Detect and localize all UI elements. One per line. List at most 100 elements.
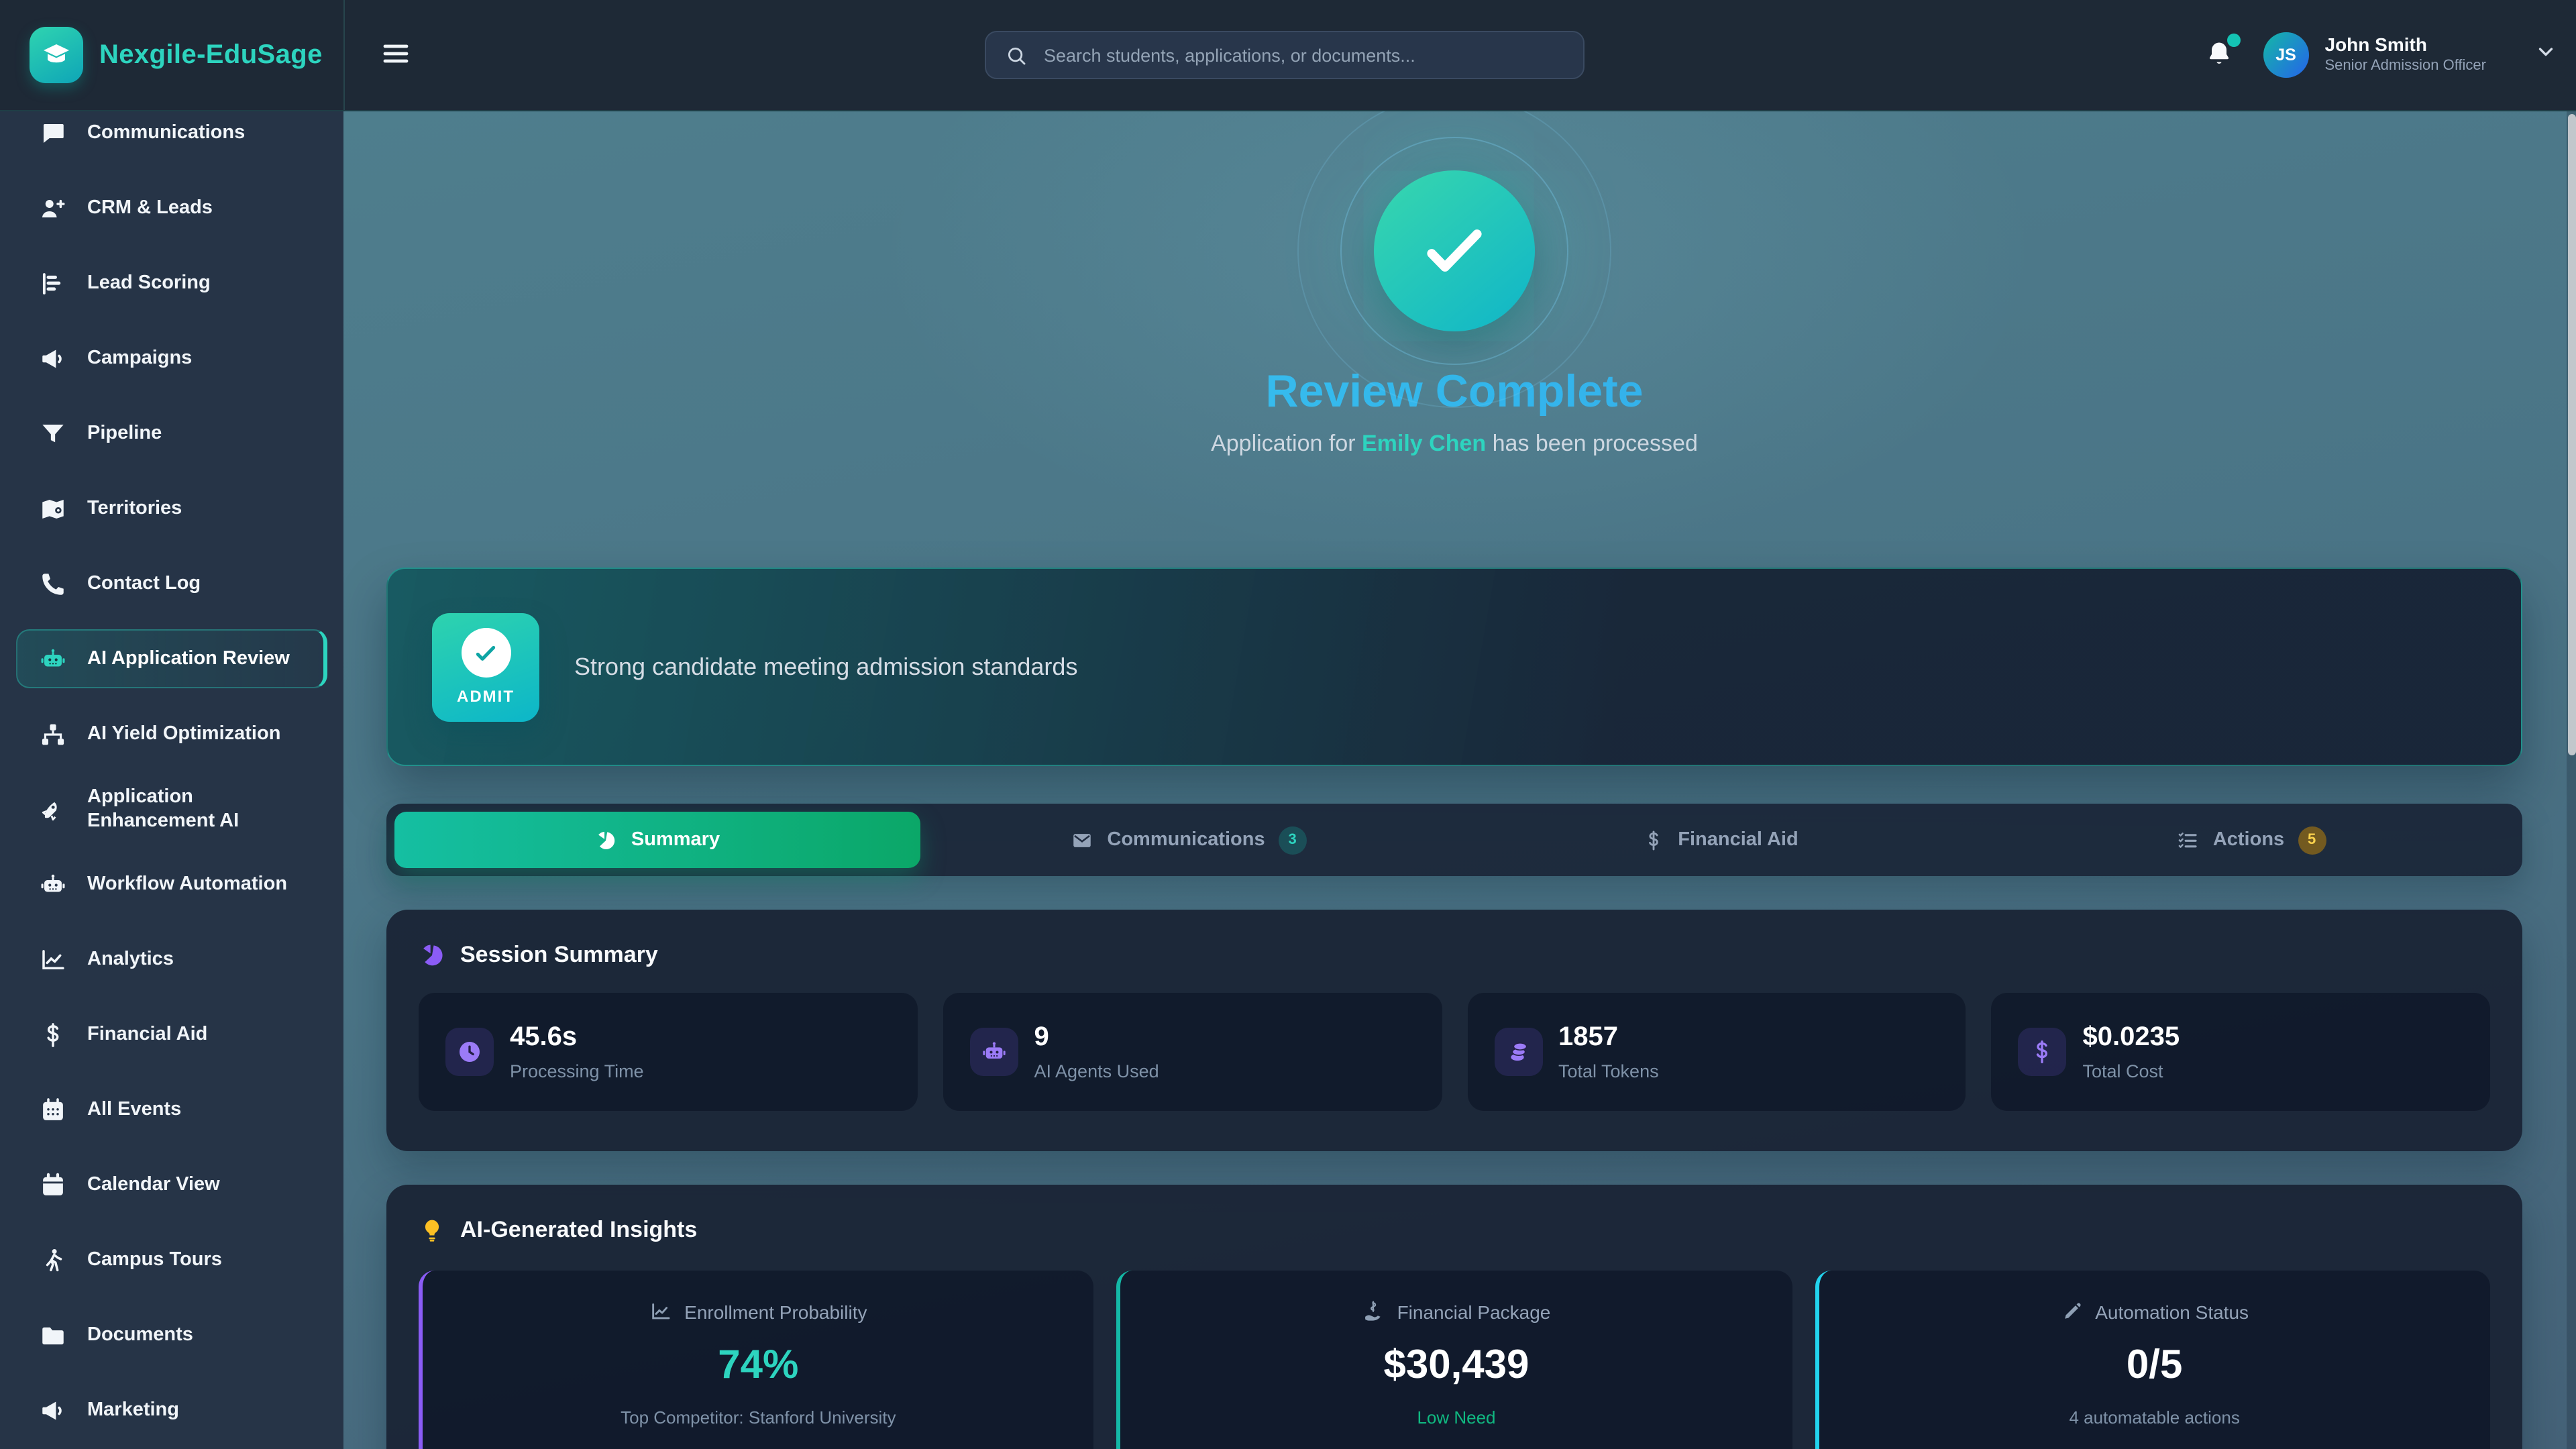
hand-dollar-icon: [1362, 1300, 1385, 1323]
brand: Nexgile-EduSage: [0, 27, 343, 83]
dollar-icon: [39, 1020, 67, 1049]
tab-communications[interactable]: Communications3: [926, 812, 1452, 868]
sidebar-item-campus-tours[interactable]: Campus Tours: [16, 1230, 327, 1289]
sidebar-item-label: Marketing: [87, 1398, 190, 1422]
sidebar-item-campaigns[interactable]: Campaigns: [16, 329, 327, 388]
decision-message: Strong candidate meeting admission stand…: [574, 653, 1077, 681]
avatar: JS: [2263, 32, 2309, 78]
pie-chart-icon: [419, 942, 445, 969]
sidebar-item-label: Territories: [87, 496, 193, 521]
check-icon: [461, 628, 511, 678]
hero-subtitle: Application for Emily Chen has been proc…: [386, 431, 2522, 458]
user-menu[interactable]: JS John Smith Senior Admission Officer: [2263, 32, 2558, 78]
ranking-icon: [39, 269, 67, 297]
sidebar-item-label: AI Application Review: [87, 647, 301, 671]
student-name: Emily Chen: [1362, 431, 1486, 456]
section-title: Session Summary: [460, 942, 658, 969]
lightbulb-icon: [419, 1217, 445, 1244]
coins-icon: [1505, 1038, 1532, 1065]
insight-card-financial-package: Financial Package $30,439 Low Need: [1117, 1271, 1792, 1449]
insight-subtext: 4 automatable actions: [2069, 1407, 2239, 1428]
sidebar-item-marketing[interactable]: Marketing: [16, 1381, 327, 1440]
coins-icon-tile: [1494, 1028, 1542, 1076]
funnel-icon: [39, 419, 67, 447]
stat-label: Total Tokens: [1558, 1061, 1966, 1081]
scrollbar: [2567, 111, 2576, 1449]
decision-label: ADMIT: [457, 687, 515, 706]
tab-bar: SummaryCommunications3Financial AidActio…: [386, 804, 2522, 876]
clock-icon: [456, 1038, 483, 1065]
sidebar-item-workflow-automation[interactable]: Workflow Automation: [16, 855, 327, 914]
phone-icon: [39, 570, 67, 598]
app-root: Nexgile-EduSage JS John Smith Senior Adm…: [0, 0, 2576, 1449]
sidebar-item-pipeline[interactable]: Pipeline: [16, 404, 327, 463]
sidebar-nav: Communications CRM & Leads Lead Scoring Cam…: [0, 103, 343, 1440]
insight-subtext: Top Competitor: Stanford University: [621, 1407, 896, 1428]
insight-value: $30,439: [1384, 1346, 1529, 1386]
pie-icon: [595, 828, 618, 851]
megaphone-icon: [39, 1396, 67, 1424]
chart-line-icon: [649, 1300, 672, 1323]
notification-dot: [2227, 33, 2241, 46]
sidebar-item-label: AI Yield Optimization: [87, 722, 291, 746]
sidebar-item-calendar-view[interactable]: Calendar View: [16, 1155, 327, 1214]
sidebar-item-application-enhancement-ai[interactable]: Application Enhancement AI: [16, 780, 327, 839]
header-actions: JS John Smith Senior Admission Officer: [2199, 0, 2558, 110]
sidebar-item-label: Campaigns: [87, 346, 203, 370]
tab-label: Actions: [2213, 829, 2284, 851]
dollar-icon-tile: [2019, 1028, 2067, 1076]
calendar-icon: [39, 1171, 67, 1199]
tab-label: Summary: [631, 829, 720, 851]
sidebar-item-ai-application-review[interactable]: AI Application Review: [16, 629, 327, 688]
insights-card: AI-Generated Insights Enrollment Probabi…: [386, 1185, 2522, 1449]
scrollbar-thumb[interactable]: [2568, 114, 2576, 755]
insight-subtext: Low Need: [1417, 1407, 1495, 1428]
chart-line-icon: [39, 945, 67, 973]
insight-value: 0/5: [2127, 1346, 2182, 1386]
dollar-icon: [2029, 1038, 2056, 1065]
notifications-button[interactable]: [2199, 33, 2239, 77]
sidebar-item-lead-scoring[interactable]: Lead Scoring: [16, 254, 327, 313]
search-box: [985, 31, 1585, 79]
sidebar-item-documents[interactable]: Documents: [16, 1305, 327, 1364]
hamburger-icon: [380, 37, 412, 69]
folder-icon: [39, 1321, 67, 1349]
stat-label: Total Cost: [2083, 1061, 2491, 1081]
walking-icon: [39, 1246, 67, 1274]
sidebar-item-territories[interactable]: Territories: [16, 479, 327, 538]
tab-financial-aid[interactable]: Financial Aid: [1457, 812, 1983, 868]
chevron-down-icon: [2534, 40, 2557, 70]
search-input[interactable]: [1041, 44, 1564, 66]
list-check-icon: [2177, 828, 2200, 851]
tab-actions[interactable]: Actions5: [1988, 812, 2514, 868]
sidebar-item-label: Analytics: [87, 947, 184, 971]
session-stats: 45.6sProcessing Time9AI Agents Used1857T…: [419, 993, 2490, 1111]
ripple-ring: [1297, 94, 1611, 408]
sidebar-item-all-events[interactable]: All Events: [16, 1080, 327, 1139]
sidebar-item-communications[interactable]: Communications: [16, 103, 327, 162]
insight-title: Financial Package: [1362, 1300, 1551, 1323]
robot-icon: [981, 1038, 1008, 1065]
calendar-days-icon: [39, 1095, 67, 1124]
stat-value: 9: [1034, 1022, 1442, 1052]
insight-cards: Enrollment Probability74%Top Competitor:…: [419, 1271, 2490, 1449]
sidebar-item-label: Calendar View: [87, 1173, 231, 1197]
sidebar-item-analytics[interactable]: Analytics: [16, 930, 327, 989]
robot-icon: [39, 870, 67, 898]
sidebar-item-ai-yield-optimization[interactable]: AI Yield Optimization: [16, 704, 327, 763]
insight-card-automation-status: Automation Status0/54 automatable action…: [1815, 1271, 2490, 1449]
robot-icon: [39, 645, 67, 673]
rocket-icon: [39, 795, 67, 823]
admit-badge: ADMIT: [432, 612, 539, 721]
sidebar-item-label: Workflow Automation: [87, 872, 298, 896]
sidebar-item-financial-aid[interactable]: Financial Aid: [16, 1005, 327, 1064]
section-title: AI-Generated Insights: [460, 1217, 697, 1244]
sidebar-item-crm-leads[interactable]: CRM & Leads: [16, 178, 327, 237]
stat-label: AI Agents Used: [1034, 1061, 1442, 1081]
stat-card-ai-agents-used: 9 AI Agents Used: [943, 993, 1442, 1111]
tab-summary[interactable]: Summary: [394, 812, 920, 868]
sidebar-item-label: Documents: [87, 1323, 204, 1347]
sidebar-item-contact-log[interactable]: Contact Log: [16, 554, 327, 613]
menu-toggle-button[interactable]: [374, 32, 417, 78]
search-icon: [1005, 44, 1028, 66]
